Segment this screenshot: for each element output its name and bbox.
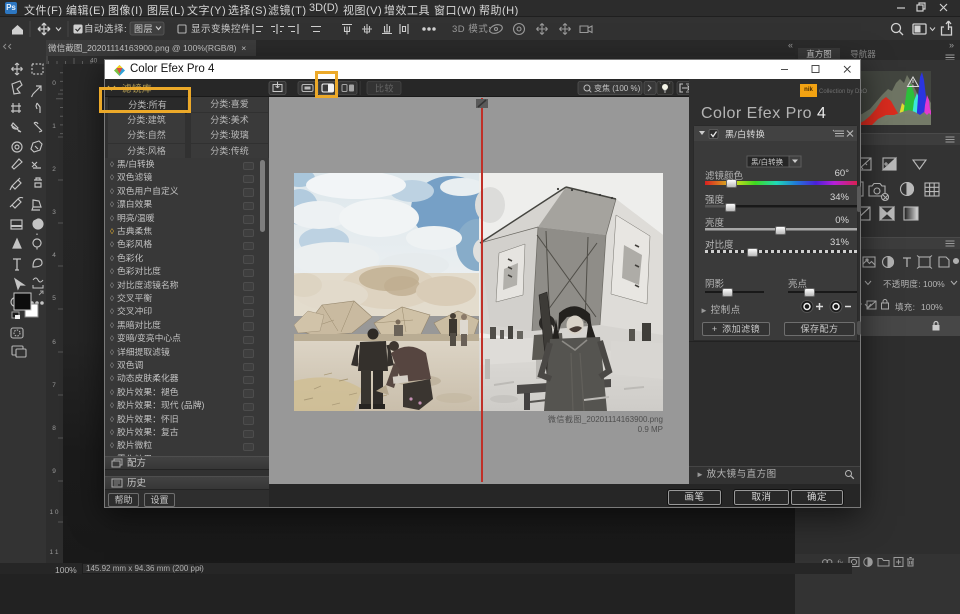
svg-text:1 0: 1 0: [49, 509, 58, 516]
svg-text:4: 4: [52, 252, 56, 259]
svg-text:黑/白转换: 黑/白转换: [751, 157, 784, 167]
svg-text:图层: 图层: [134, 24, 153, 34]
svg-text:6: 6: [52, 339, 56, 346]
svg-text:黑/白转换: 黑/白转换: [725, 129, 765, 140]
svg-text:9: 9: [52, 468, 56, 475]
svg-text:0: 0: [52, 80, 56, 87]
svg-text:1 1: 1 1: [49, 549, 58, 556]
svg-text:8: 8: [52, 425, 56, 432]
svg-text:不透明度:: 不透明度:: [883, 279, 921, 289]
svg-text:自动选择:: 自动选择:: [84, 23, 127, 35]
svg-text:7: 7: [52, 382, 56, 389]
svg-text:比较: 比较: [375, 83, 394, 94]
svg-text:100%: 100%: [921, 302, 943, 312]
svg-text:1: 1: [52, 123, 56, 130]
svg-text:5: 5: [52, 295, 56, 302]
svg-text:2: 2: [52, 166, 56, 173]
svg-text:变焦 (100 %): 变焦 (100 %): [594, 83, 641, 93]
svg-text:显示变换控件: 显示变换控件: [191, 23, 251, 35]
svg-text:100%: 100%: [923, 279, 945, 289]
svg-text:3: 3: [52, 209, 56, 216]
svg-text:3D 模式:: 3D 模式:: [452, 23, 491, 35]
svg-text:填充:: 填充:: [895, 302, 915, 312]
